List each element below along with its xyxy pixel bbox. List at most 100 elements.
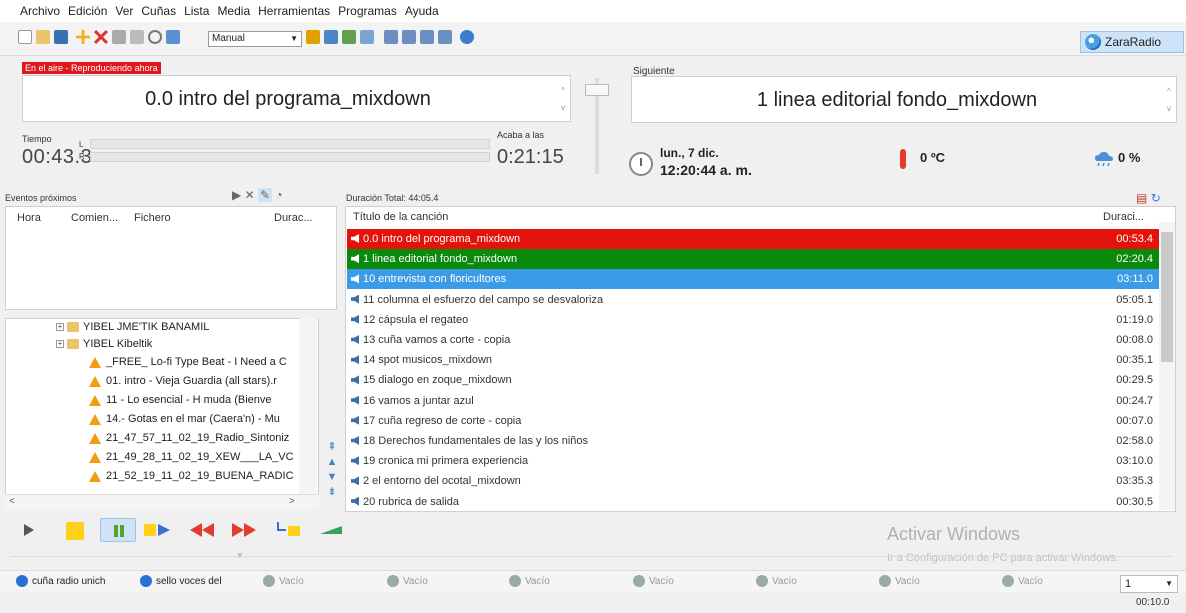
volume-slider[interactable] xyxy=(582,76,612,176)
loop-icon[interactable] xyxy=(438,30,452,44)
cart-slot-7[interactable]: Vacío xyxy=(756,575,797,587)
tree-folder[interactable]: + YIBEL Kibeltik xyxy=(56,336,296,352)
onair-scroll[interactable]: ^ v xyxy=(558,82,568,116)
folder-search-icon[interactable] xyxy=(166,30,180,44)
pause-button[interactable] xyxy=(100,518,136,542)
fade-button[interactable] xyxy=(316,518,346,542)
tree-file[interactable]: 21_49_28_11_02_19_XEW___LA_VC xyxy=(89,449,297,465)
open-folder-icon[interactable] xyxy=(36,30,50,44)
events-list[interactable]: Hora Comien... Fichero Durac... xyxy=(5,206,337,310)
clock-settings-icon[interactable]: ◔ xyxy=(275,188,282,202)
next-scroll[interactable]: ^ v xyxy=(1164,83,1174,117)
rewind-button[interactable] xyxy=(186,518,222,542)
list-down-icon[interactable] xyxy=(342,30,356,44)
menu-ver[interactable]: Ver xyxy=(115,4,133,18)
scroll-left-icon[interactable]: < xyxy=(9,496,15,507)
menu-ayuda[interactable]: Ayuda xyxy=(405,4,439,18)
tree-file[interactable]: 11 - Lo esencial - H muda (Bienve xyxy=(89,392,297,408)
fast-forward-button[interactable] xyxy=(226,518,262,542)
tree-file[interactable]: 01. intro - Vieja Guardia (all stars).r xyxy=(89,373,297,389)
playlist-row[interactable]: 15 dialogo en zoque_mixdown 00:29.5 xyxy=(347,370,1159,390)
repeat-icon[interactable] xyxy=(384,30,398,44)
seek-bar[interactable]: ▼ xyxy=(10,551,1173,566)
tree-file[interactable]: 14.- Gotas en el mar (Caera'n) - Mu xyxy=(89,411,297,427)
tree-file[interactable]: _FREE_ Lo-fi Type Beat - I Need a C xyxy=(89,354,297,370)
volume-thumb[interactable] xyxy=(585,84,609,96)
playlist-list-icon[interactable]: ▤ xyxy=(1136,191,1147,205)
playlist-row[interactable]: 17 cuña regreso de corte - copia 00:07.0 xyxy=(347,411,1159,431)
cart-slot-4[interactable]: Vacío xyxy=(387,575,428,587)
playlist-col-duration[interactable]: Duraci... xyxy=(1103,211,1144,223)
stop-button[interactable] xyxy=(66,522,84,540)
events-col-comienza[interactable]: Comien... xyxy=(71,212,118,224)
playlist-icon[interactable] xyxy=(324,30,338,44)
cart-slot-8[interactable]: Vacío xyxy=(879,575,920,587)
playlist-row[interactable]: 18 Derechos fundamentales de las y los n… xyxy=(347,431,1159,451)
jump-button[interactable] xyxy=(274,518,304,542)
mode-select[interactable]: Manual ▼ xyxy=(208,31,302,47)
save-icon[interactable] xyxy=(54,30,68,44)
move-top-icon[interactable]: ⇞ xyxy=(324,440,340,455)
cart-page-select[interactable]: 1 ▼ xyxy=(1120,575,1178,593)
playlist-vertical-scrollbar[interactable] xyxy=(1159,222,1175,510)
cart-slot-5[interactable]: Vacío xyxy=(509,575,550,587)
playlist-row[interactable]: 1 linea editorial fondo_mixdown 02:20.4 xyxy=(347,249,1159,270)
menu-media[interactable]: Media xyxy=(217,4,250,18)
playlist-row[interactable]: 0.0 intro del programa_mixdown 00:53.4 xyxy=(347,229,1159,249)
playlist-row[interactable]: 12 cápsula el regateo 01:19.0 xyxy=(347,310,1159,330)
playlist-row[interactable]: 2 el entorno del ocotal_mixdown 03:35.3 xyxy=(347,471,1159,491)
zararadio-button[interactable]: ZaraRadio xyxy=(1080,31,1184,53)
window-icon[interactable] xyxy=(360,30,374,44)
play-next-button[interactable] xyxy=(140,518,180,542)
cart-slot-1[interactable]: cuña radio unich xyxy=(16,575,105,587)
tree-folder[interactable]: + YIBEL JME'TIK BANAMIL xyxy=(56,319,296,335)
play-icon[interactable]: ▶ xyxy=(232,188,241,202)
cart-slot-2[interactable]: sello voces del xyxy=(140,575,222,587)
shuffle-icon[interactable] xyxy=(306,30,320,44)
events-col-hora[interactable]: Hora xyxy=(17,212,41,224)
refresh-icon[interactable]: ↻ xyxy=(1151,191,1161,205)
playlist-row[interactable]: 14 spot musicos_mixdown 00:35.1 xyxy=(347,350,1159,370)
expand-icon[interactable]: + xyxy=(56,323,64,331)
cart-slot-9[interactable]: Vacío xyxy=(1002,575,1043,587)
menu-herramientas[interactable]: Herramientas xyxy=(258,4,330,18)
playlist-row[interactable]: 11 columna el esfuerzo del campo se desv… xyxy=(347,290,1159,310)
playlist-col-title[interactable]: Título de la canción xyxy=(353,211,448,223)
move-bottom-icon[interactable]: ⇟ xyxy=(324,485,340,500)
move-down-icon[interactable]: ▼ xyxy=(324,470,340,485)
tree-horizontal-scrollbar[interactable]: < > xyxy=(5,494,319,510)
menu-lista[interactable]: Lista xyxy=(184,4,209,18)
cart-slot-3[interactable]: Vacío xyxy=(263,575,304,587)
repeat-two-icon[interactable] xyxy=(402,30,416,44)
skip-icon[interactable] xyxy=(420,30,434,44)
play-button[interactable] xyxy=(20,518,38,542)
close-icon[interactable]: ✕ xyxy=(245,188,255,202)
copy-icon[interactable] xyxy=(112,30,126,44)
tree-file[interactable]: 21_47_57_11_02_19_Radio_Sintoniz xyxy=(89,430,297,446)
playlist-row[interactable]: 20 rubrica de salida 00:30.5 xyxy=(347,492,1159,512)
delete-icon[interactable] xyxy=(94,30,108,44)
edit-icon[interactable]: ✎ xyxy=(257,188,273,202)
expand-icon[interactable]: + xyxy=(56,340,64,348)
search-icon[interactable] xyxy=(148,30,162,44)
tree-vertical-scrollbar[interactable] xyxy=(299,318,317,494)
playlist-scroll-thumb[interactable] xyxy=(1161,232,1173,362)
events-col-duracion[interactable]: Durac... xyxy=(274,212,313,224)
playlist-row[interactable]: 19 cronica mi primera experiencia 03:10.0 xyxy=(347,451,1159,471)
playlist-row[interactable]: 10 entrevista con floricultores 03:11.0 xyxy=(347,269,1159,290)
cart-slot-6[interactable]: Vacío xyxy=(633,575,674,587)
playlist-row[interactable]: 16 vamos a juntar azul 00:24.7 xyxy=(347,391,1159,411)
help-icon[interactable] xyxy=(460,30,474,44)
new-file-icon[interactable] xyxy=(18,30,32,44)
tree-file[interactable]: 21_52_19_11_02_19_BUENA_RADIC xyxy=(89,468,297,484)
add-icon[interactable] xyxy=(76,30,90,44)
playlist-row[interactable]: 13 cuña vamos a corte - copia 00:08.0 xyxy=(347,330,1159,350)
menu-cunas[interactable]: Cuñas xyxy=(141,4,176,18)
scroll-right-icon[interactable]: > xyxy=(289,496,295,507)
menu-edicion[interactable]: Edición xyxy=(68,4,107,18)
menu-programas[interactable]: Programas xyxy=(338,4,397,18)
move-up-icon[interactable]: ▲ xyxy=(324,455,340,470)
seek-marker-icon[interactable]: ▼ xyxy=(236,551,244,560)
menu-archivo[interactable]: Archivo xyxy=(20,4,60,18)
events-col-fichero[interactable]: Fichero xyxy=(134,212,171,224)
